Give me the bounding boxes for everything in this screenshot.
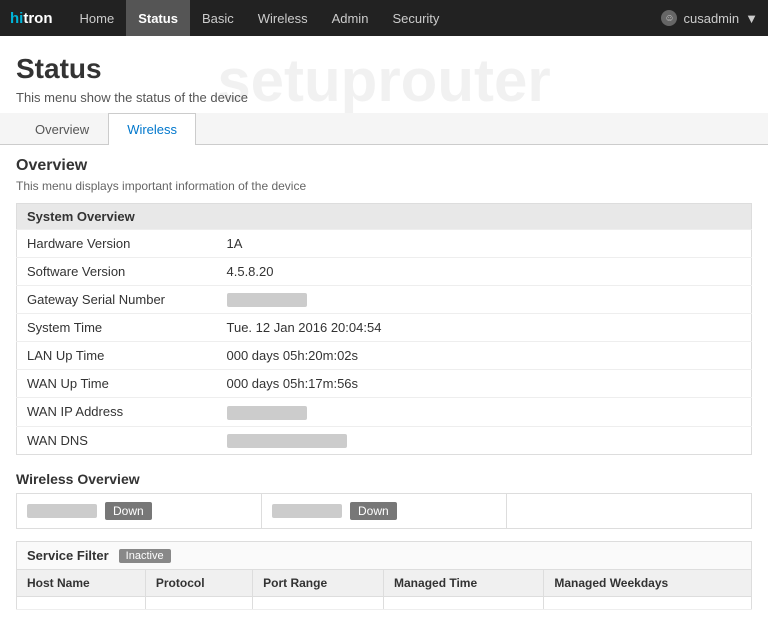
row-label: WAN DNS [17,426,217,455]
dropdown-arrow: ▼ [745,11,758,26]
nav-basic[interactable]: Basic [190,0,246,36]
table-row: Software Version 4.5.8.20 [17,257,752,285]
blurred-serial [227,293,307,307]
table-row: System Time Tue. 12 Jan 2016 20:04:54 [17,314,752,342]
col-managedtime: Managed Time [384,570,544,597]
logo-tron: tron [23,10,52,27]
filter-cell [544,597,752,610]
row-label: System Time [17,314,217,342]
table-row: Gateway Serial Number [17,285,752,314]
tabs-bar: Overview Wireless [0,113,768,145]
table-row: WAN Up Time 000 days 05h:17m:56s [17,370,752,398]
row-value: Tue. 12 Jan 2016 20:04:54 [217,314,752,342]
row-label: WAN IP Address [17,398,217,427]
user-menu[interactable]: ☺ cusadmin ▼ [661,10,758,26]
ssid-blurred-2 [272,504,342,518]
table-row: WAN DNS [17,426,752,455]
row-value: 4.5.8.20 [217,257,752,285]
table-section-header: System Overview [17,203,752,229]
row-value: 000 days 05h:17m:56s [217,370,752,398]
overview-title: Overview [16,157,752,175]
nav-wireless[interactable]: Wireless [246,0,320,36]
ssid-blurred-1 [27,504,97,518]
row-label: WAN Up Time [17,370,217,398]
user-icon: ☺ [661,10,677,26]
wireless-down-btn-2[interactable]: Down [350,502,397,520]
col-portrange: Port Range [253,570,384,597]
row-label: Gateway Serial Number [17,285,217,314]
table-row: Hardware Version 1A [17,229,752,257]
blurred-wan-ip [227,406,307,420]
service-filter-label: Service Filter [27,548,109,563]
nav-security[interactable]: Security [380,0,451,36]
tab-wireless[interactable]: Wireless [108,113,196,145]
filter-cell [253,597,384,610]
table-row: LAN Up Time 000 days 05h:20m:02s [17,342,752,370]
page-header-container: setuprouter Status This menu show the st… [0,36,768,113]
col-hostname: Host Name [17,570,146,597]
row-label: Software Version [17,257,217,285]
filter-cell [17,597,146,610]
filter-cell [145,597,252,610]
service-filter-status-badge: Inactive [119,549,171,563]
row-value-blurred [217,285,752,314]
filter-table-header-row: Host Name Protocol Port Range Managed Ti… [17,570,752,597]
wireless-overview-title: Wireless Overview [16,471,752,487]
row-value: 1A [217,229,752,257]
page-header: Status This menu show the status of the … [0,36,768,113]
col-managedweekdays: Managed Weekdays [544,570,752,597]
system-overview-header: System Overview [17,203,752,229]
system-overview-table: System Overview Hardware Version 1A Soft… [16,203,752,456]
page-subtitle: This menu show the status of the device [16,90,752,105]
row-value-blurred [217,398,752,427]
wireless-cell-2: Down [262,494,507,528]
nav-admin[interactable]: Admin [320,0,381,36]
brand-logo: hitron [10,10,53,27]
row-value: 000 days 05h:20m:02s [217,342,752,370]
wireless-cell-3 [507,494,751,528]
wireless-cell-1: Down [17,494,262,528]
service-filter-header: Service Filter Inactive [16,541,752,569]
filter-cell [384,597,544,610]
navbar: hitron Home Status Basic Wireless Admin … [0,0,768,36]
wireless-overview-row: Down Down [16,493,752,529]
page-title: Status [16,52,752,86]
table-row: WAN IP Address [17,398,752,427]
wireless-down-btn-1[interactable]: Down [105,502,152,520]
row-value-blurred [217,426,752,455]
username: cusadmin [683,11,739,26]
tab-overview[interactable]: Overview [16,113,108,145]
service-filter-section: Service Filter Inactive Host Name Protoc… [16,541,752,610]
row-label: Hardware Version [17,229,217,257]
col-protocol: Protocol [145,570,252,597]
overview-subtitle: This menu displays important information… [16,179,752,193]
nav-menu: Home Status Basic Wireless Admin Securit… [68,0,662,36]
nav-home[interactable]: Home [68,0,127,36]
content-area: Overview This menu displays important in… [0,145,768,622]
nav-status[interactable]: Status [126,0,190,36]
logo-hi: hi [10,10,23,27]
filter-table-empty-row [17,597,752,610]
service-filter-table: Host Name Protocol Port Range Managed Ti… [16,569,752,610]
blurred-wan-dns [227,434,347,448]
row-label: LAN Up Time [17,342,217,370]
